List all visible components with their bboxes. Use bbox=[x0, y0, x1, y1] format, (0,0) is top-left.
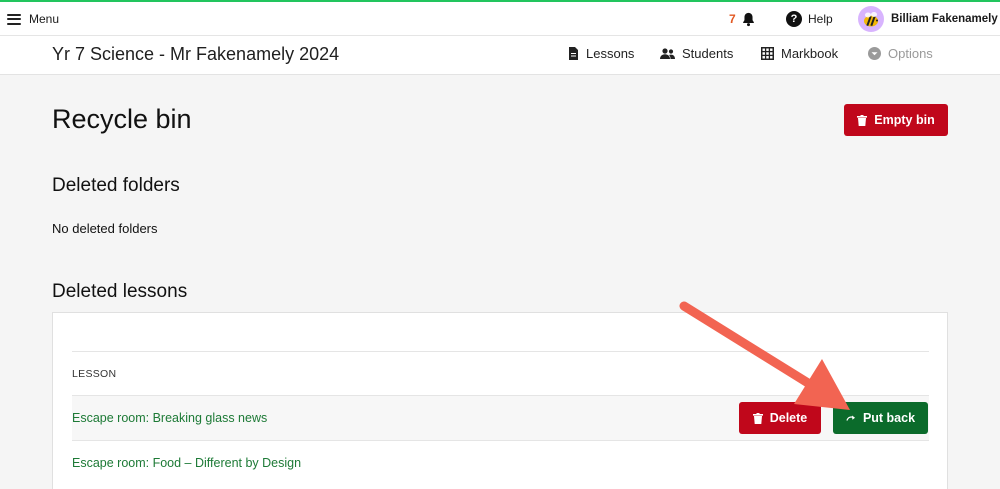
delete-button[interactable]: Delete bbox=[739, 402, 821, 434]
hamburger-icon bbox=[7, 13, 21, 25]
user-name: Billiam Fakenamely bbox=[891, 13, 998, 25]
trash-icon bbox=[857, 114, 868, 126]
nav-students-label: Students bbox=[682, 46, 734, 61]
help-button[interactable]: ? Help bbox=[786, 2, 833, 36]
empty-bin-label: Empty bin bbox=[874, 113, 935, 127]
delete-label: Delete bbox=[769, 411, 808, 425]
table-row: Escape room: Food – Different by Design bbox=[72, 440, 929, 485]
deleted-lessons-table: LESSON Escape room: Breaking glass news … bbox=[52, 312, 948, 489]
bee-icon bbox=[864, 12, 878, 27]
help-label: Help bbox=[808, 12, 833, 26]
table-row: Escape room: Breaking glass news Delete … bbox=[72, 395, 929, 440]
users-icon bbox=[660, 48, 675, 59]
nav-lessons-label: Lessons bbox=[586, 46, 635, 61]
empty-bin-button[interactable]: Empty bin bbox=[844, 104, 948, 136]
menu-label: Menu bbox=[29, 12, 60, 26]
class-header: Yr 7 Science - Mr Fakenamely 2024 Lesson… bbox=[0, 36, 1000, 75]
no-folders-message: No deleted folders bbox=[52, 221, 158, 236]
nav-options-label: Options bbox=[888, 46, 933, 61]
put-back-button[interactable]: Put back bbox=[833, 402, 928, 434]
top-bar: Menu 7 ? Help Billiam Fakenamely bbox=[0, 0, 1000, 36]
nav-options[interactable]: Options bbox=[868, 46, 933, 61]
help-icon: ? bbox=[786, 11, 802, 27]
table-header: LESSON bbox=[72, 351, 929, 395]
notifications-button[interactable]: 7 bbox=[729, 2, 756, 36]
redo-arrow-icon bbox=[846, 415, 855, 421]
nav-markbook-label: Markbook bbox=[781, 46, 839, 61]
put-back-label: Put back bbox=[862, 411, 916, 425]
lesson-link[interactable]: Escape room: Breaking glass news bbox=[72, 411, 267, 425]
trash-icon bbox=[752, 412, 763, 424]
nav-lessons[interactable]: Lessons bbox=[568, 46, 634, 61]
grid-icon bbox=[761, 47, 774, 60]
class-title: Yr 7 Science - Mr Fakenamely 2024 bbox=[52, 44, 340, 64]
user-menu[interactable]: Billiam Fakenamely bbox=[858, 2, 998, 36]
notification-count: 7 bbox=[729, 12, 736, 26]
avatar bbox=[858, 6, 884, 32]
bell-icon bbox=[742, 12, 754, 27]
deleted-folders-heading: Deleted folders bbox=[52, 175, 180, 196]
nav-students[interactable]: Students bbox=[660, 46, 733, 61]
deleted-lessons-heading: Deleted lessons bbox=[52, 281, 188, 302]
document-icon bbox=[569, 47, 578, 60]
menu-button[interactable]: Menu bbox=[7, 2, 59, 36]
lesson-link[interactable]: Escape room: Food – Different by Design bbox=[72, 456, 301, 470]
column-header-lesson: LESSON bbox=[72, 367, 117, 380]
chevron-down-circle-icon bbox=[868, 47, 881, 60]
nav-markbook[interactable]: Markbook bbox=[761, 46, 838, 61]
page-title: Recycle bin bbox=[52, 104, 192, 134]
